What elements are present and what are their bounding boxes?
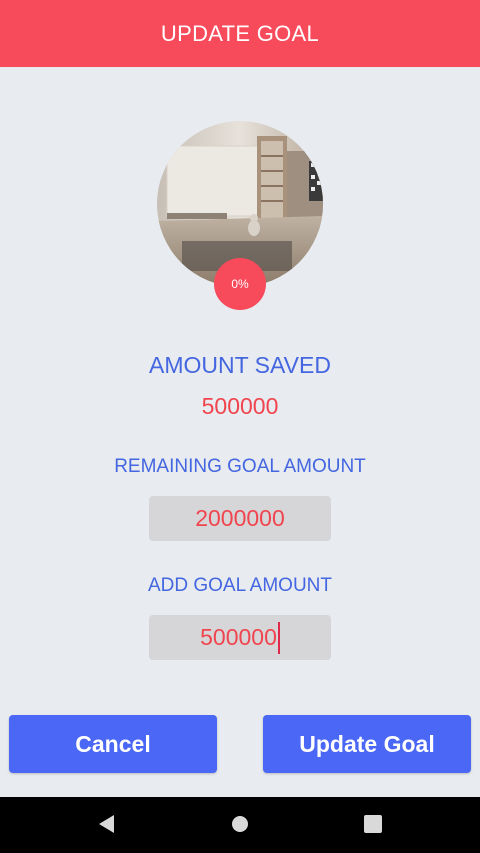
progress-percent-label: 0% <box>231 277 249 291</box>
progress-badge: 0% <box>214 258 266 310</box>
add-goal-amount-value[interactable]: 500000 <box>200 624 277 651</box>
remaining-goal-amount-label: REMAINING GOAL AMOUNT <box>114 456 366 477</box>
page-title: UPDATE GOAL <box>160 20 320 46</box>
app-bar: UPDATE GOAL <box>0 0 480 67</box>
text-cursor <box>277 621 280 654</box>
home-circle-icon[interactable] <box>230 813 250 835</box>
amount-saved-value: 500000 <box>201 393 279 419</box>
recent-apps-square-icon[interactable] <box>363 813 383 835</box>
remaining-goal-amount-value: 2000000 <box>195 505 285 531</box>
cancel-button[interactable]: Cancel <box>9 715 217 773</box>
add-goal-amount-label: ADD GOAL AMOUNT <box>147 575 333 596</box>
update-goal-button[interactable]: Update Goal <box>263 715 471 773</box>
system-nav-bar <box>0 797 480 853</box>
add-goal-amount-input[interactable]: 500000 <box>149 615 331 660</box>
remaining-goal-amount-field: 2000000 <box>149 496 331 541</box>
update-goal-button-label: Update Goal <box>299 730 435 757</box>
cancel-button-label: Cancel <box>75 730 151 757</box>
amount-saved-label: AMOUNT SAVED <box>149 352 331 378</box>
back-triangle-icon[interactable] <box>96 813 118 835</box>
